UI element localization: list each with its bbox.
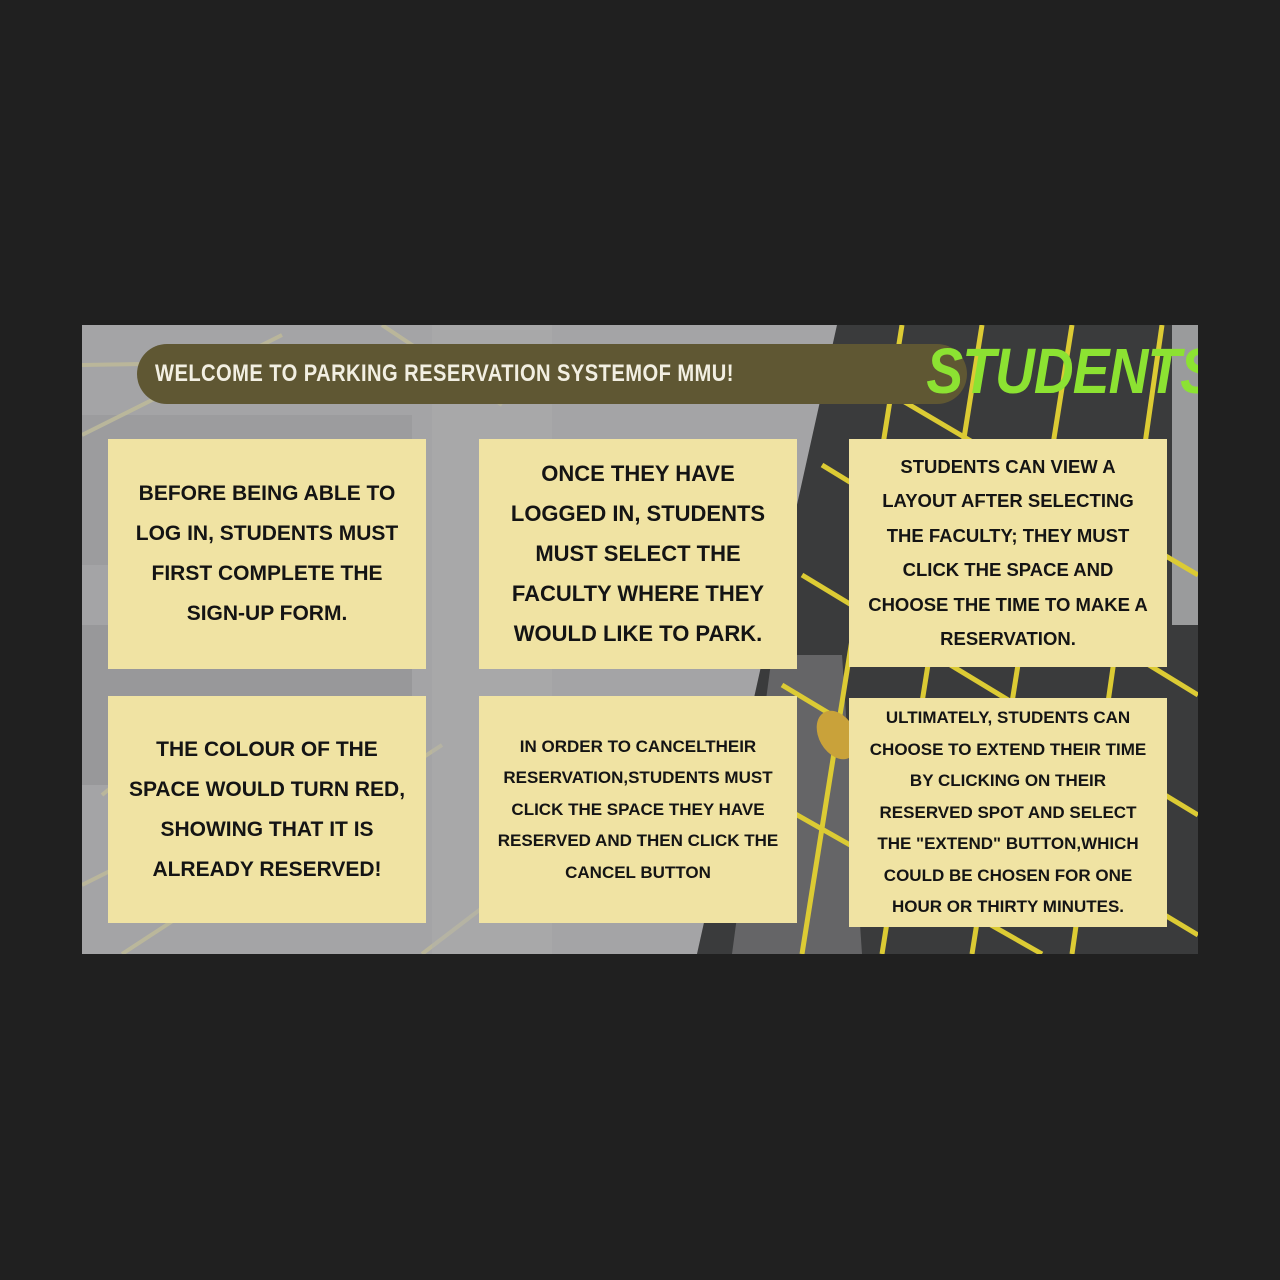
- info-card-text: IN ORDER TO CANCELTHEIR RESERVATION,STUD…: [497, 736, 779, 882]
- info-card-extend-time: ULTIMATELY, STUDENTS CAN CHOOSE TO EXTEN…: [849, 698, 1167, 927]
- info-card-cancel-reservation: IN ORDER TO CANCELTHEIR RESERVATION,STUD…: [479, 696, 797, 923]
- welcome-text: WELCOME TO PARKING RESERVATION SYSTEMOF …: [155, 360, 734, 387]
- info-card-text: ULTIMATELY, STUDENTS CAN CHOOSE TO EXTEN…: [869, 708, 1147, 917]
- info-card-text: THE COLOUR OF THE SPACE WOULD TURN RED, …: [128, 737, 406, 881]
- info-card-text: STUDENTS CAN VIEW A LAYOUT AFTER SELECTI…: [868, 455, 1148, 650]
- info-card-signup: BEFORE BEING ABLE TO LOG IN, STUDENTS MU…: [108, 439, 426, 669]
- page-title: STUDENTS: [926, 335, 1198, 407]
- info-card-text: ONCE THEY HAVE LOGGED IN, STUDENTS MUST …: [510, 461, 766, 646]
- info-card-make-reservation: STUDENTS CAN VIEW A LAYOUT AFTER SELECTI…: [849, 439, 1167, 667]
- info-card-text: BEFORE BEING ABLE TO LOG IN, STUDENTS MU…: [135, 482, 399, 625]
- info-card-reserved-colour: THE COLOUR OF THE SPACE WOULD TURN RED, …: [108, 696, 426, 923]
- welcome-banner: WELCOME TO PARKING RESERVATION SYSTEMOF …: [137, 344, 967, 404]
- slide: WELCOME TO PARKING RESERVATION SYSTEMOF …: [82, 325, 1198, 954]
- info-card-select-faculty: ONCE THEY HAVE LOGGED IN, STUDENTS MUST …: [479, 439, 797, 669]
